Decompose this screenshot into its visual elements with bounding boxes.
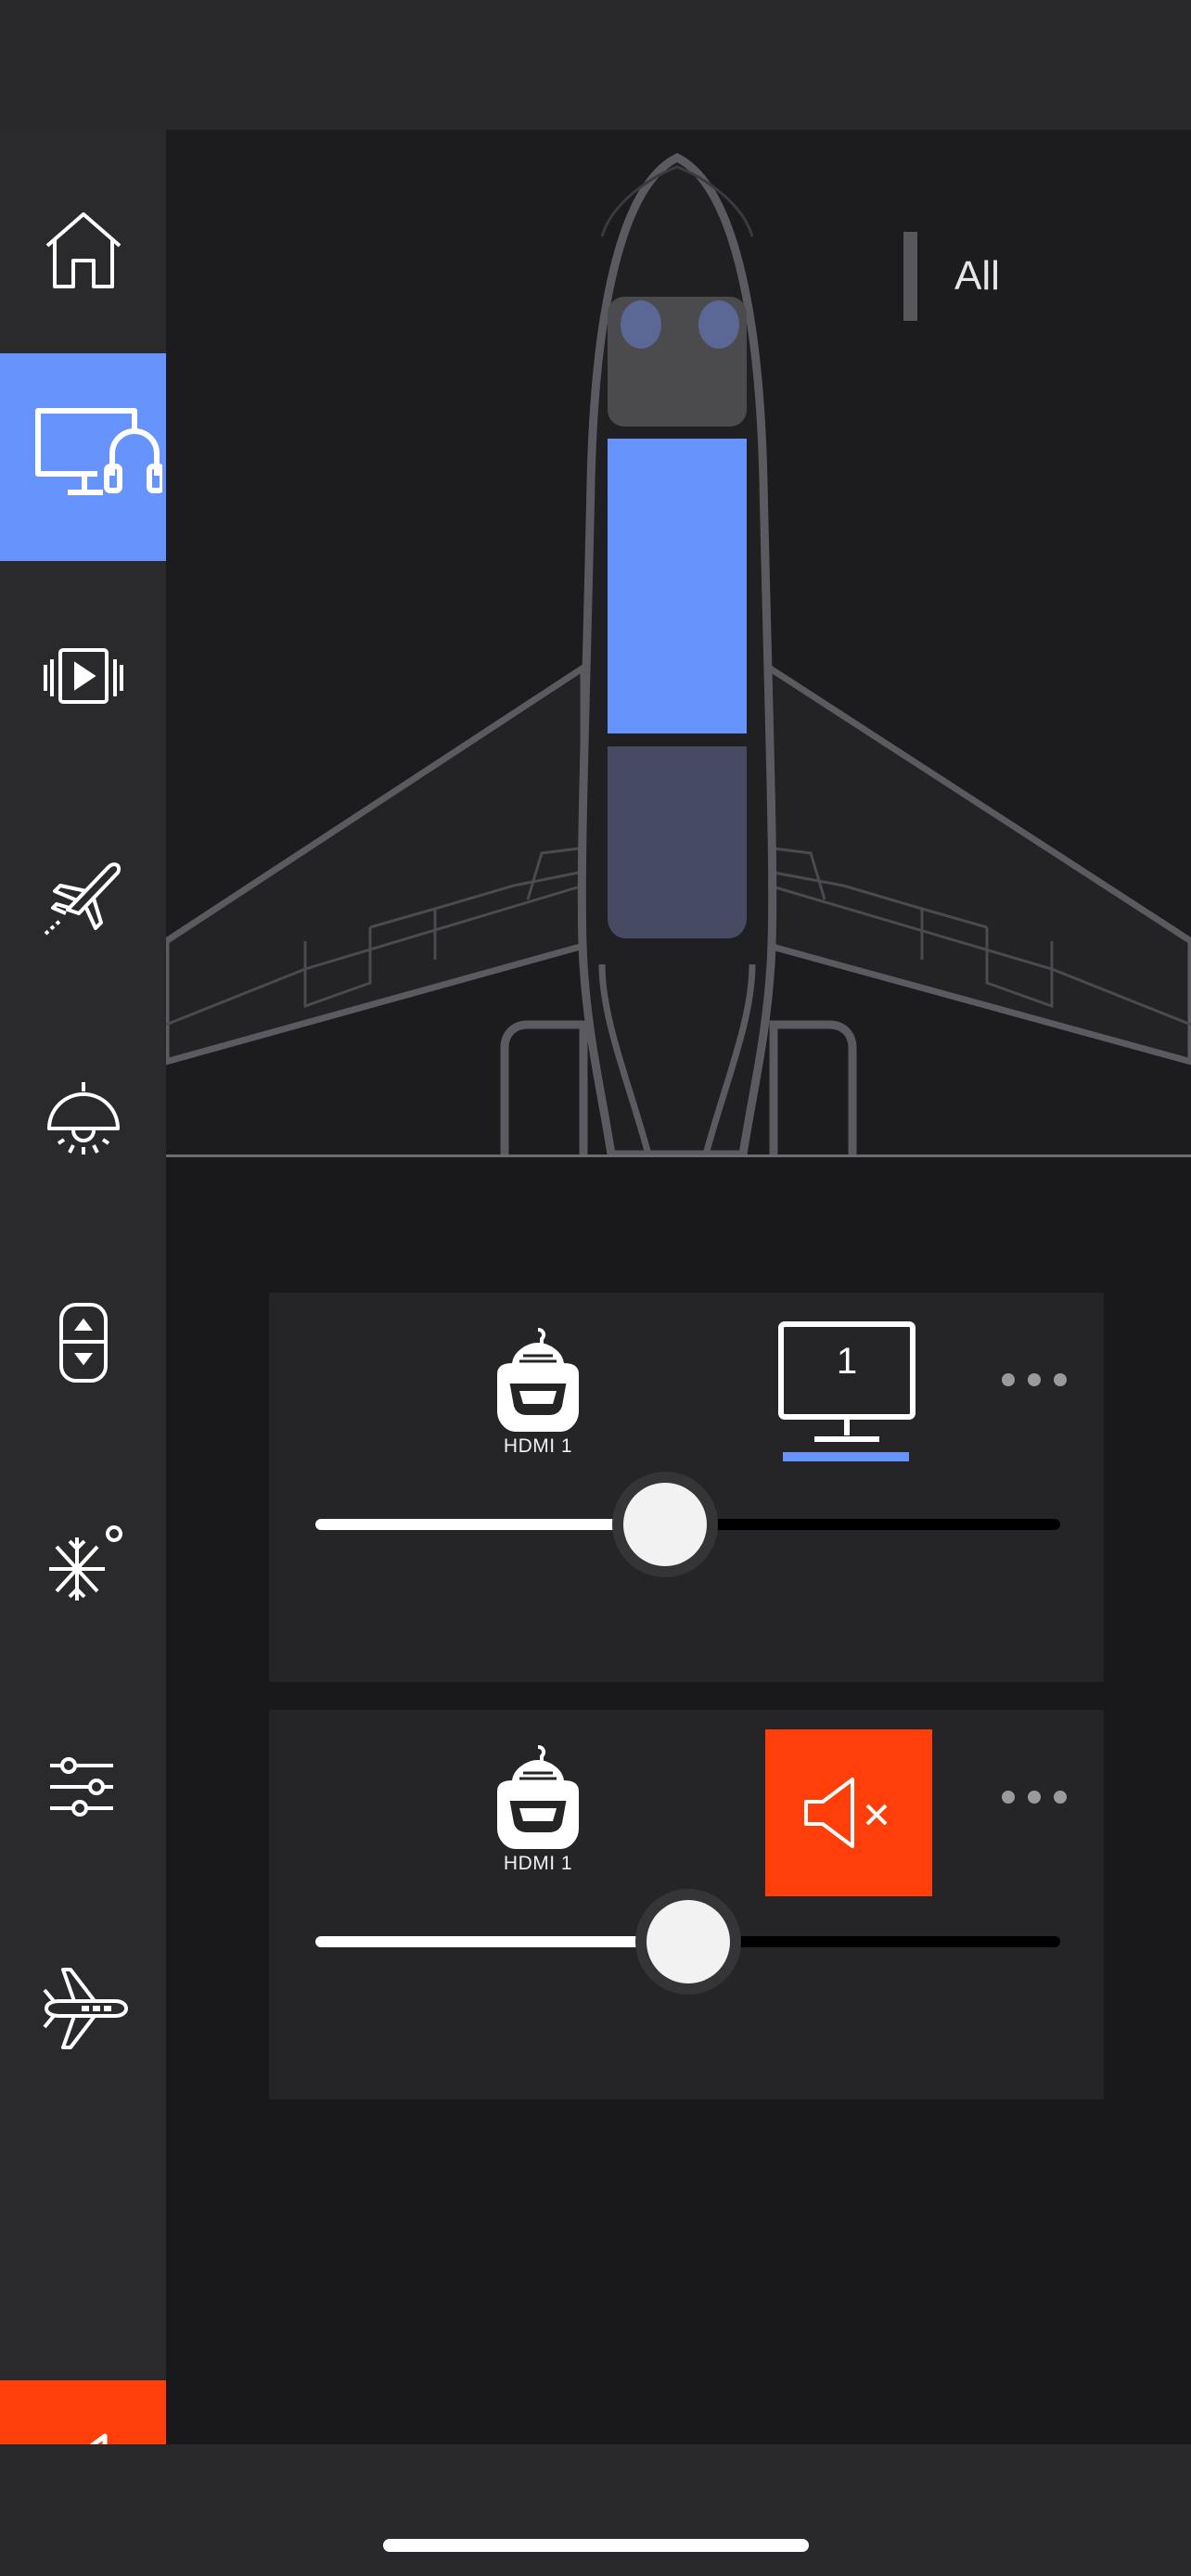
hdmi-connector-icon <box>497 1745 579 1849</box>
volume-thumb[interactable] <box>623 1483 707 1566</box>
sidebar-item-aircraft[interactable] <box>0 1905 166 2112</box>
speaker-mute-icon <box>804 1778 888 1848</box>
more-dots-icon <box>1002 1373 1015 1386</box>
more-options-button[interactable] <box>1002 1367 1067 1393</box>
source-selector[interactable]: HDMI 1 <box>482 1328 594 1458</box>
sidebar-item-lighting[interactable] <box>0 1014 166 1222</box>
source-label: HDMI 1 <box>503 1853 573 1874</box>
display-number: 1 <box>836 1341 858 1382</box>
aircraft-diagram <box>166 152 1191 1156</box>
home-indicator[interactable] <box>383 2539 809 2552</box>
source-label: HDMI 1 <box>503 1435 573 1457</box>
aircraft-zone-map: All <box>166 130 1191 1156</box>
more-dots-icon <box>1002 1791 1015 1804</box>
volume-thumb[interactable] <box>647 1900 730 1983</box>
sidebar-item-climate[interactable] <box>0 1460 166 1668</box>
window-shade-icon <box>58 1303 108 1383</box>
home-icon <box>45 212 121 288</box>
ceiling-light-icon <box>46 1082 120 1154</box>
ground-line <box>166 1154 1191 1157</box>
sidebar-item-media[interactable] <box>0 573 166 781</box>
monitor-headphones-icon <box>34 408 162 495</box>
more-options-button[interactable] <box>1002 1784 1067 1810</box>
volume-fill <box>315 1936 688 1947</box>
bottom-safe-area <box>0 2444 1191 2576</box>
zone-all-selector[interactable]: All <box>903 232 1000 321</box>
sidebar-nav <box>0 130 194 2444</box>
display-selected-indicator <box>783 1452 909 1461</box>
sidebar-item-av[interactable] <box>0 353 194 561</box>
sidebar-item-settings[interactable] <box>0 1683 166 1891</box>
zone-rear[interactable] <box>608 746 747 938</box>
hdmi-connector-icon <box>497 1328 579 1432</box>
video-playback-icon <box>43 648 123 704</box>
main-content: All HDMI 1 1 HDMI 1 <box>166 130 1191 2444</box>
zone-all-label: All <box>954 253 1000 299</box>
output-card-1: HDMI 1 1 <box>269 1293 1104 1682</box>
volume-slider[interactable] <box>315 1900 1060 1983</box>
settings-sliders-icon <box>49 1757 113 1817</box>
climate-snowflake-icon <box>48 1525 122 1600</box>
status-bar <box>0 0 1191 130</box>
airplane-icon <box>42 1968 128 2049</box>
output-card-2: HDMI 1 <box>269 1710 1104 2099</box>
airplane-takeoff-icon <box>44 862 121 936</box>
display-select-button[interactable]: 1 <box>777 1320 916 1461</box>
sidebar-item-shades[interactable] <box>0 1239 166 1447</box>
mute-toggle-button[interactable] <box>765 1729 932 1896</box>
volume-slider[interactable] <box>315 1483 1060 1566</box>
source-selector[interactable]: HDMI 1 <box>482 1745 594 1875</box>
monitor-icon <box>778 1321 916 1442</box>
zone-middle[interactable] <box>608 439 747 733</box>
sidebar-item-home[interactable] <box>0 147 166 354</box>
zone-all-indicator <box>903 232 917 321</box>
sidebar-item-flight[interactable] <box>0 792 166 1000</box>
volume-fill <box>315 1519 665 1530</box>
